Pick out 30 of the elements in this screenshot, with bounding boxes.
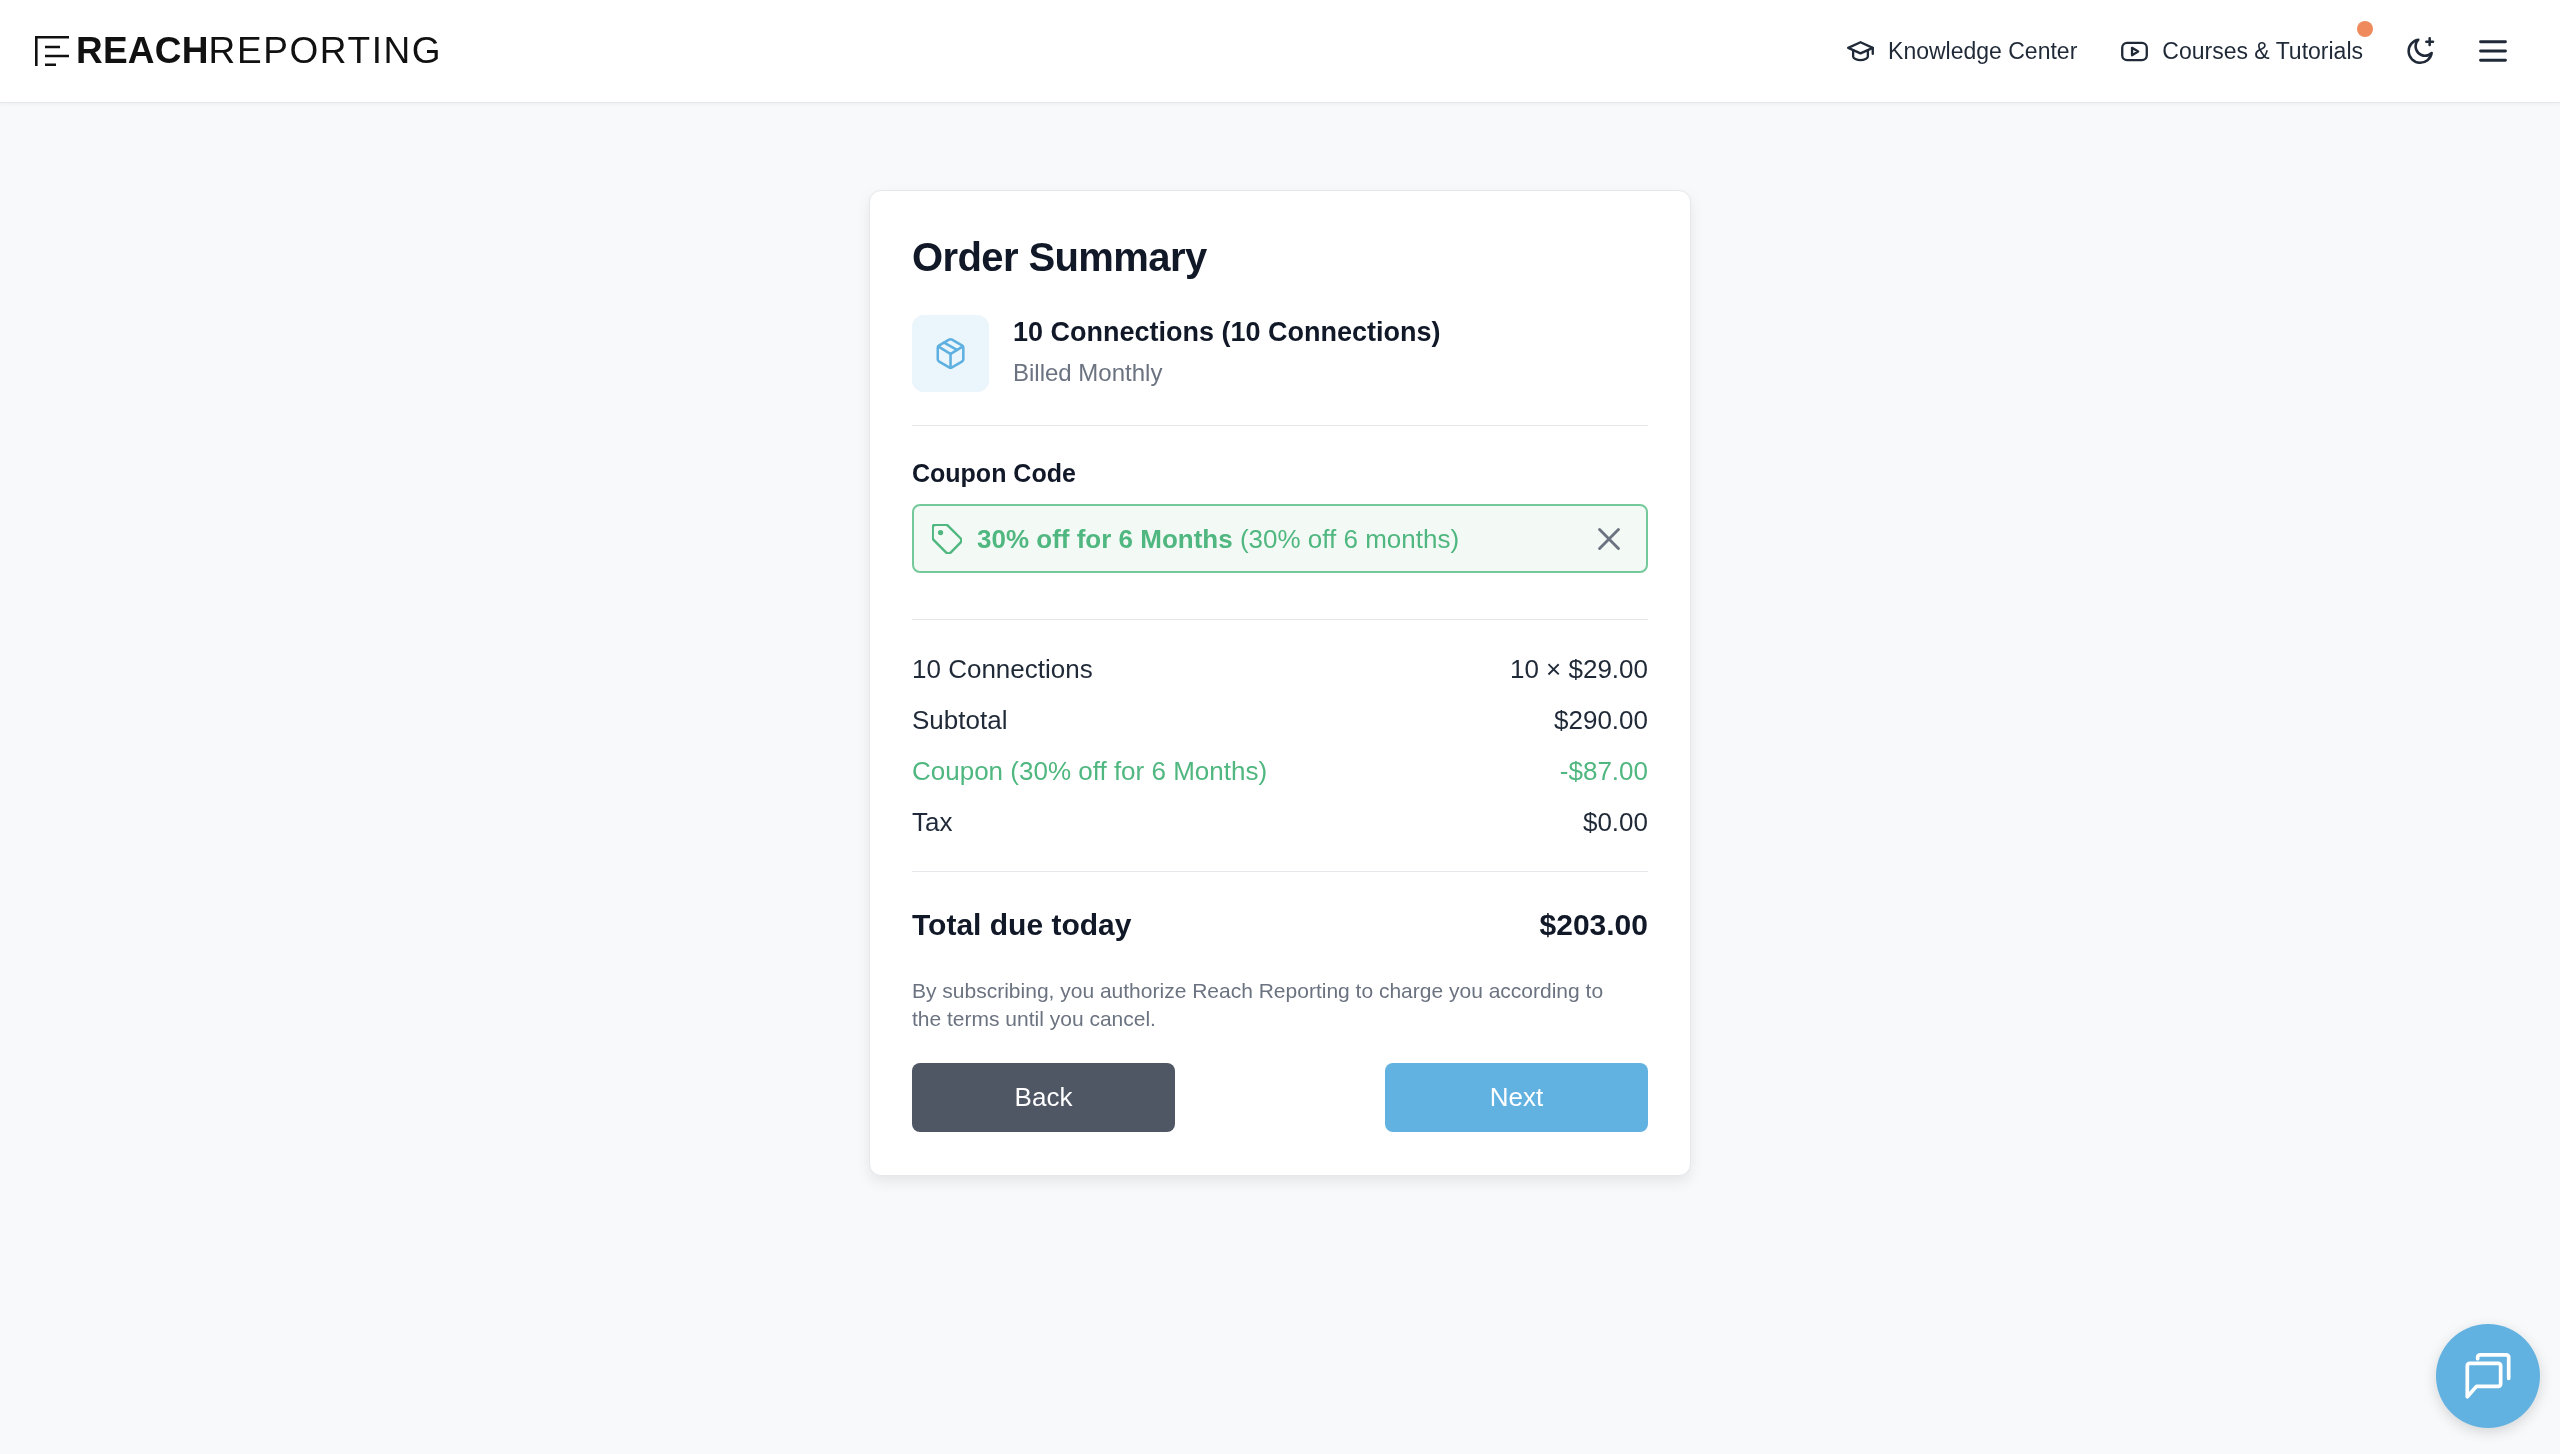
line-item-label: Subtotal	[912, 704, 1008, 737]
line-item-label: Tax	[912, 806, 953, 839]
total-amount: $203.00	[1539, 907, 1648, 943]
close-icon	[1598, 527, 1620, 550]
back-button[interactable]: Back	[912, 1063, 1175, 1132]
line-item-amount: -$87.00	[1559, 755, 1648, 788]
coupon-code-label: Coupon Code	[912, 458, 1077, 489]
product-name: 10 Connections (10 Connections)	[1013, 316, 1441, 349]
nav-link[interactable]: Knowledge Center	[1847, 37, 2078, 65]
total-label: Total due today	[912, 907, 1132, 943]
menu-icon	[2479, 37, 2507, 65]
nav-link[interactable]: Courses & Tutorials	[2121, 37, 2363, 65]
remove-coupon-button[interactable]	[1598, 527, 1620, 550]
line-item-amount: 10 × $29.00	[1509, 653, 1648, 686]
coupon-name: 30% off for 6 Months (30% off 6 months)	[977, 522, 1461, 555]
logo-text: REACHREPORTING	[76, 30, 443, 72]
graduation-cap-icon	[1847, 38, 1875, 64]
terms-notice: By subscribing, you authorize Reach Reporting to charge you according to the terms until you cancel.	[912, 978, 1605, 1032]
menu-button[interactable]	[2479, 37, 2507, 65]
card-title: Order Summary	[912, 234, 1208, 281]
line-item-label: 10 Connections	[912, 653, 1093, 686]
theme-toggle-button[interactable]	[2407, 37, 2435, 65]
line-item-label: Coupon (30% off for 6 Months)	[912, 755, 1268, 788]
line-item-amount: $0.00	[1582, 806, 1648, 839]
moon-icon	[2407, 37, 2435, 65]
logo-icon	[35, 36, 69, 66]
tag-icon	[932, 523, 962, 554]
chat-bubbles-icon	[2465, 1353, 2511, 1399]
line-item-amount: $290.00	[1554, 704, 1648, 737]
billing-period: Billed Monthly	[1013, 358, 1164, 388]
